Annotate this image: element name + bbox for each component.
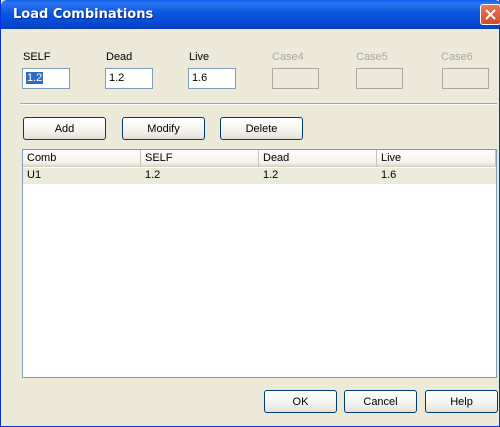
live-label: Live (189, 51, 210, 63)
case4-label: Case4 (272, 51, 304, 63)
case4-factor-input (272, 68, 319, 89)
self-factor-input[interactable]: 1.2 (22, 68, 70, 89)
dead-label: Dead (106, 51, 133, 63)
dead-factor-value: 1.2 (109, 72, 125, 84)
case6-factor-input (442, 68, 489, 89)
load-combinations-dialog: Load Combinations SELF Dead Live Case4 C… (0, 0, 500, 427)
column-header-live[interactable]: Live (377, 150, 496, 167)
close-button[interactable] (480, 4, 500, 25)
help-button[interactable]: Help (425, 390, 498, 413)
title-bar: Load Combinations (1, 0, 500, 29)
live-factor-input[interactable]: 1.6 (188, 68, 236, 89)
case6-label: Case6 (441, 51, 473, 63)
column-header-self[interactable]: SELF (141, 150, 259, 167)
combinations-list[interactable]: Comb SELF Dead Live U1 1.2 1.2 1.6 (22, 149, 497, 378)
add-button[interactable]: Add (23, 117, 106, 140)
row-cell-comb: U1 (27, 169, 42, 181)
row-cell-self: 1.2 (145, 169, 161, 181)
delete-button[interactable]: Delete (220, 117, 303, 140)
table-row[interactable]: U1 1.2 1.2 1.6 (23, 168, 496, 184)
list-header: Comb SELF Dead Live (23, 150, 496, 167)
section-divider (20, 103, 497, 105)
case5-label: Case5 (356, 51, 388, 63)
close-icon (485, 9, 496, 20)
self-label: SELF (23, 51, 51, 63)
row-cell-live: 1.6 (381, 169, 397, 181)
column-header-comb[interactable]: Comb (23, 150, 141, 167)
row-cell-dead: 1.2 (263, 169, 279, 181)
cancel-button[interactable]: Cancel (344, 390, 417, 413)
self-factor-value: 1.2 (26, 72, 44, 84)
dialog-title: Load Combinations (13, 7, 154, 22)
live-factor-value: 1.6 (192, 72, 208, 84)
case5-factor-input (356, 68, 403, 89)
modify-button[interactable]: Modify (122, 117, 205, 140)
column-header-dead[interactable]: Dead (259, 150, 377, 167)
ok-button[interactable]: OK (264, 390, 337, 413)
dead-factor-input[interactable]: 1.2 (105, 68, 153, 89)
